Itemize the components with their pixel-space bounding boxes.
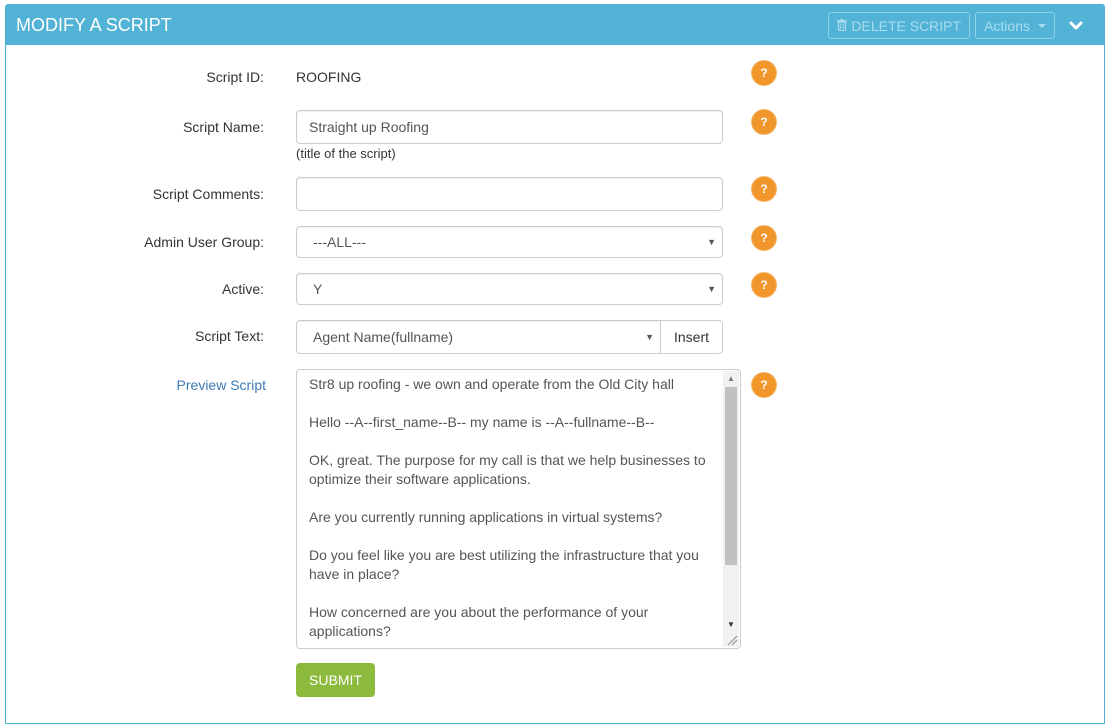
dropdown-arrow-icon: ▼ — [645, 332, 654, 342]
scroll-thumb[interactable] — [725, 387, 737, 565]
panel-title: MODIFY A SCRIPT — [16, 14, 172, 35]
script-paragraph: OK, great. The purpose for my call is th… — [309, 452, 706, 487]
script-comments-label: Script Comments: — [152, 186, 264, 202]
delete-script-label: DELETE SCRIPT — [851, 17, 962, 34]
scroll-up-arrow-icon[interactable]: ▲ — [723, 371, 739, 386]
preview-script-link[interactable]: Preview Script — [177, 377, 266, 393]
script-text-textarea[interactable]: Str8 up roofing - we own and operate fro… — [296, 369, 741, 649]
script-text-input-group: Agent Name(fullname) ▼ Insert — [296, 320, 723, 354]
help-icon[interactable]: ? — [752, 61, 776, 85]
script-text-label: Script Text: — [195, 328, 264, 344]
panel-heading: MODIFY A SCRIPT DELETE SCRIPT Actions — [6, 5, 1104, 45]
script-text-content: Str8 up roofing - we own and operate fro… — [309, 375, 714, 648]
script-paragraph: Are you currently running applications i… — [309, 509, 663, 525]
help-icon[interactable]: ? — [752, 110, 776, 134]
textarea-scrollbar[interactable]: ▲ ▼ — [723, 371, 739, 632]
modify-script-panel: MODIFY A SCRIPT DELETE SCRIPT Actions Sc… — [5, 4, 1105, 724]
help-icon[interactable]: ? — [752, 373, 776, 397]
script-paragraph: Hello --A--first_name--B-- my name is --… — [309, 414, 655, 430]
delete-script-button[interactable]: DELETE SCRIPT — [828, 12, 971, 39]
help-icon[interactable]: ? — [752, 226, 776, 250]
script-id-value: ROOFING — [296, 69, 362, 85]
admin-user-group-value: ---ALL--- — [313, 234, 366, 250]
active-value: Y — [313, 281, 323, 297]
scroll-down-arrow-icon[interactable]: ▼ — [723, 617, 739, 632]
script-paragraph: How concerned are you about the performa… — [309, 604, 649, 639]
submit-button[interactable]: SUBMIT — [296, 663, 375, 697]
script-name-help-text: (title of the script) — [296, 146, 396, 161]
heading-actions: DELETE SCRIPT Actions — [828, 12, 1090, 39]
active-select[interactable]: Y ▼ — [296, 273, 723, 305]
script-paragraph: Str8 up roofing - we own and operate fro… — [309, 376, 674, 392]
admin-user-group-select[interactable]: ---ALL--- ▼ — [296, 226, 723, 258]
dropdown-arrow-icon: ▼ — [707, 284, 716, 294]
actions-label: Actions — [984, 17, 1030, 34]
help-icon[interactable]: ? — [752, 273, 776, 297]
insert-button[interactable]: Insert — [661, 320, 723, 354]
script-name-label: Script Name: — [183, 119, 264, 135]
collapse-button[interactable] — [1062, 12, 1090, 39]
dropdown-arrow-icon: ▼ — [707, 237, 716, 247]
script-variable-value: Agent Name(fullname) — [313, 329, 454, 345]
actions-dropdown-button[interactable]: Actions — [975, 12, 1055, 39]
admin-user-group-label: Admin User Group: — [144, 234, 264, 250]
script-name-input[interactable]: Straight up Roofing — [296, 110, 723, 144]
resize-grip-icon[interactable] — [723, 631, 739, 647]
active-label: Active: — [221, 281, 264, 297]
script-id-label: Script ID: — [206, 69, 264, 85]
trash-icon — [837, 18, 848, 34]
caret-down-icon — [1038, 23, 1046, 28]
help-icon[interactable]: ? — [752, 177, 776, 201]
script-paragraph: Do you feel like you are best utilizing … — [309, 547, 699, 582]
script-comments-input[interactable] — [296, 177, 723, 211]
chevron-down-icon — [1069, 18, 1083, 34]
script-variable-select[interactable]: Agent Name(fullname) ▼ — [296, 320, 661, 354]
